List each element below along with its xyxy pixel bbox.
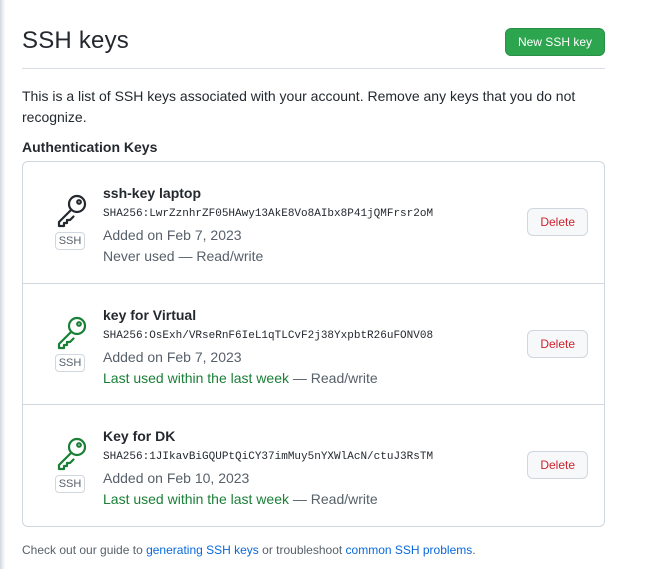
key-icon <box>57 316 87 350</box>
footer-suffix: . <box>472 543 476 557</box>
footer-prefix: Check out our guide to <box>22 543 147 557</box>
new-ssh-key-button[interactable]: New SSH key <box>504 28 605 56</box>
key-fingerprint: SHA256:LwrZznhrZF05HAwy13AkE8Vo8AIbx8P41… <box>103 208 434 220</box>
key-added-date: Added on Feb 10, 2023 <box>103 470 250 486</box>
page-title: SSH keys <box>22 27 129 54</box>
delete-key-button[interactable]: Delete <box>527 330 588 358</box>
key-icon-group: SSH <box>52 192 92 252</box>
ssh-badge: SSH <box>55 232 85 250</box>
key-fingerprint: SHA256:OsExh/VRseRnF6IeL1qTLCvF2j38Yxpbt… <box>103 330 434 342</box>
key-usage-status: Never used <box>103 248 175 264</box>
intro-text: This is a list of SSH keys associated wi… <box>22 88 576 125</box>
window-edge <box>0 0 6 569</box>
footer-middle: or troubleshoot <box>258 543 346 557</box>
key-info: ssh-key laptop SHA256:LwrZznhrZF05HAwy13… <box>103 183 523 266</box>
key-title: ssh-key laptop <box>103 185 202 201</box>
key-usage: Never used — Read/write <box>103 246 523 266</box>
key-info: Key for DK SHA256:1JIkavBiGQUPtQiCY37imM… <box>103 426 523 509</box>
delete-key-button[interactable]: Delete <box>527 451 588 479</box>
key-added-date: Added on Feb 7, 2023 <box>103 227 242 243</box>
key-icon-group: SSH <box>52 435 92 495</box>
key-access-level: — Read/write <box>289 370 378 386</box>
key-usage: Last used within the last week — Read/wr… <box>103 489 523 509</box>
ssh-badge: SSH <box>55 354 85 372</box>
key-row: SSH key for Virtual SHA256:OsExh/VRseRnF… <box>23 283 604 405</box>
generating-ssh-keys-link[interactable]: generating SSH keys <box>146 543 259 557</box>
key-access-level: — Read/write <box>174 248 264 264</box>
key-title: Key for DK <box>103 428 176 444</box>
key-icon-group: SSH <box>52 314 92 374</box>
key-fingerprint: SHA256:1JIkavBiGQUPtQiCY37imMuy5nYXWlAcN… <box>103 451 434 463</box>
key-access-level: — Read/write <box>289 491 378 507</box>
key-usage-status: Last used within the last week <box>103 370 289 386</box>
key-added-date: Added on Feb 7, 2023 <box>103 349 242 365</box>
key-usage: Last used within the last week — Read/wr… <box>103 368 523 388</box>
key-icon <box>57 437 87 471</box>
key-list: SSH ssh-key laptop SHA256:LwrZznhrZF05HA… <box>22 161 605 527</box>
key-icon <box>57 194 87 228</box>
key-row: SSH Key for DK SHA256:1JIkavBiGQUPtQiCY3… <box>23 404 604 526</box>
page-header: SSH keys New SSH key <box>22 0 605 69</box>
section-title: Authentication Keys <box>22 139 158 155</box>
key-usage-status: Last used within the last week <box>103 491 289 507</box>
ssh-badge: SSH <box>55 475 85 493</box>
key-row: SSH ssh-key laptop SHA256:LwrZznhrZF05HA… <box>23 162 604 283</box>
delete-key-button[interactable]: Delete <box>527 208 588 236</box>
key-title: key for Virtual <box>103 307 197 323</box>
key-info: key for Virtual SHA256:OsExh/VRseRnF6IeL… <box>103 305 523 388</box>
common-ssh-problems-link[interactable]: common SSH problems <box>346 543 473 557</box>
footer-help-text: Check out our guide to generating SSH ke… <box>22 543 476 557</box>
